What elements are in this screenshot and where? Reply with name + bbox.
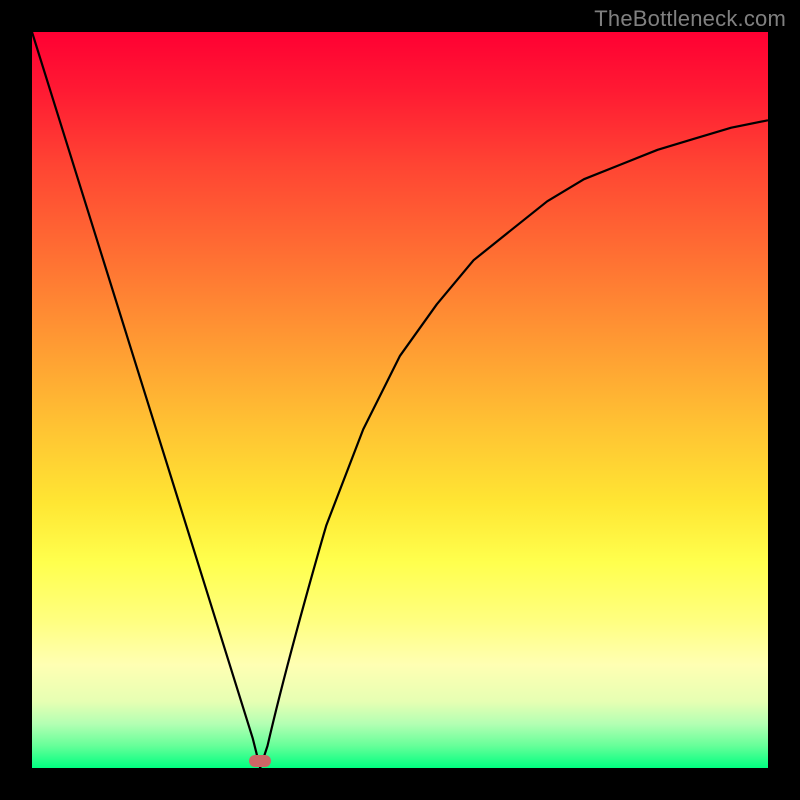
curve-path bbox=[32, 32, 768, 768]
minimum-marker bbox=[249, 755, 271, 767]
bottleneck-curve bbox=[32, 32, 768, 768]
watermark-text: TheBottleneck.com bbox=[594, 6, 786, 32]
plot-area bbox=[32, 32, 768, 768]
